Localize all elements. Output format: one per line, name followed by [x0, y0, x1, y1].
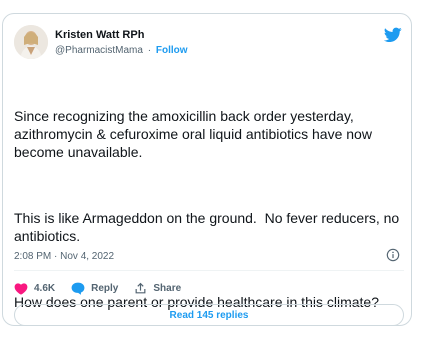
share-label: Share — [153, 282, 182, 294]
twitter-bird-icon[interactable] — [384, 27, 402, 43]
follow-link[interactable]: Follow — [156, 45, 188, 56]
reply-bubble-icon — [71, 282, 85, 295]
share-icon — [135, 282, 146, 293]
handle-separator: · — [147, 45, 152, 56]
tweet-paragraph: This is like Armageddon on the ground. N… — [14, 210, 404, 244]
author-name[interactable]: Kristen Watt RPh — [55, 29, 144, 41]
divider — [14, 270, 404, 271]
handle-row: @PharmacistMama · Follow — [55, 45, 188, 56]
read-replies-button[interactable]: Read 145 replies — [14, 304, 404, 326]
tweet-timestamp[interactable]: 2:08 PM · Nov 4, 2022 — [14, 251, 114, 262]
like-count: 4.6K — [34, 282, 56, 294]
like-button[interactable]: 4.6K — [14, 282, 55, 295]
reply-label: Reply — [91, 282, 119, 294]
reply-button[interactable]: Reply — [71, 282, 118, 295]
heart-icon — [14, 282, 28, 295]
tweet-paragraph: Since recognizing the amoxicillin back o… — [14, 108, 376, 160]
tweet-card[interactable]: Kristen Watt RPh @PharmacistMama · Follo… — [2, 13, 412, 326]
tweet-actions: 4.6K Reply Share — [14, 280, 197, 296]
avatar[interactable] — [14, 25, 48, 59]
share-button[interactable]: Share — [134, 282, 181, 295]
author-handle[interactable]: @PharmacistMama — [55, 45, 143, 56]
info-icon[interactable] — [386, 248, 400, 262]
